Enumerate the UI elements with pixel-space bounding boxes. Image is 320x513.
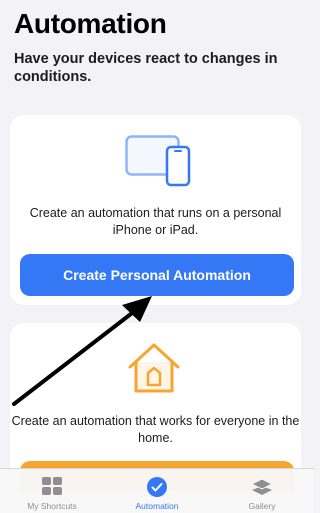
tab-label: Gallery — [248, 501, 276, 511]
page-title: Automation — [14, 8, 167, 39]
tab-gallery[interactable]: Gallery — [210, 469, 314, 513]
tab-bar: My Shortcuts Automation Gallery — [0, 468, 314, 513]
checkmark-clock-icon — [147, 477, 167, 497]
tab-automation[interactable]: Automation — [105, 469, 209, 513]
grid-icon — [42, 477, 62, 495]
iphone-ipad-icon — [125, 135, 191, 187]
home-icon — [128, 343, 180, 393]
tab-label: My Shortcuts — [27, 501, 77, 511]
personal-automation-description: Create an automation that runs on a pers… — [29, 206, 282, 237]
create-personal-automation-button[interactable]: Create Personal Automation — [20, 254, 294, 296]
layers-icon — [251, 478, 273, 495]
personal-automation-card: Create an automation that runs on a pers… — [10, 115, 301, 305]
home-automation-card: Create an automation that works for ever… — [10, 323, 301, 491]
page-subtitle: Have your devices react to changes in co… — [14, 51, 278, 85]
tab-label: Automation — [135, 501, 179, 511]
home-automation-description: Create an automation that works for ever… — [11, 414, 300, 445]
tab-my-shortcuts[interactable]: My Shortcuts — [0, 469, 104, 513]
